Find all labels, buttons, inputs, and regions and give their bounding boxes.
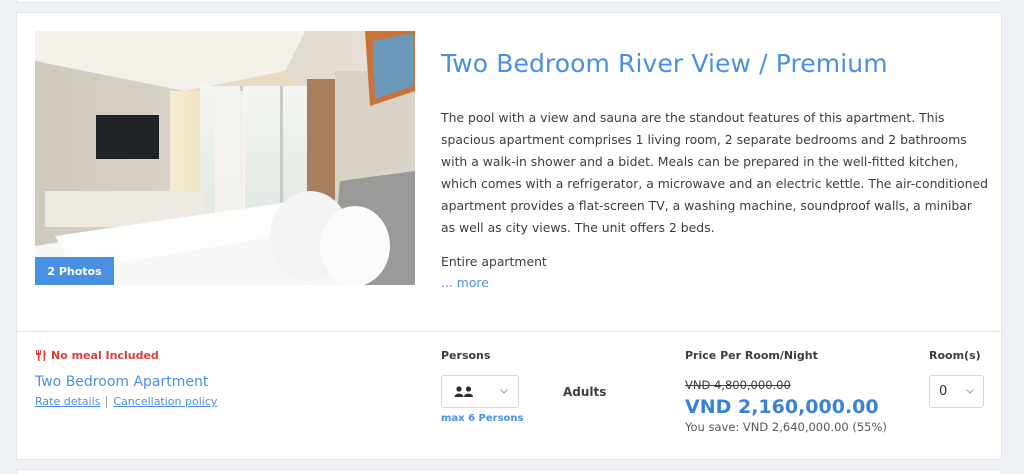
utensils-icon (36, 350, 46, 361)
max-persons-label: max 6 Persons (441, 413, 524, 424)
more-link[interactable]: ... more (441, 275, 489, 290)
current-price: VND 2,160,000.00 (685, 396, 879, 418)
room-description: The pool with a view and sauna are the s… (441, 110, 988, 235)
rooms-header: Room(s) (929, 349, 981, 362)
room-card: 2 Photos Two Bedroom River View / Premiu… (16, 12, 1002, 460)
meal-label: No meal Included (51, 349, 159, 362)
two-users-icon (454, 386, 473, 397)
chevron-down-icon (500, 389, 508, 394)
room-title[interactable]: Two Bedroom River View / Premium (441, 49, 888, 78)
previous-card-edge (16, 0, 1002, 3)
chevron-down-icon (966, 389, 974, 394)
next-card-edge (16, 469, 1002, 474)
apartment-name[interactable]: Two Bedroom Apartment (35, 374, 208, 390)
link-separator (106, 395, 108, 408)
savings-text: You save: VND 2,640,000.00 (55%) (685, 420, 887, 434)
room-photo[interactable]: 2 Photos (35, 31, 415, 285)
persons-header: Persons (441, 349, 491, 362)
rooms-selected-value: 0 (939, 384, 948, 399)
unit-type: Entire apartment (441, 254, 547, 269)
bedroom-photo-image (35, 31, 415, 285)
adults-label: Adults (563, 385, 607, 399)
cancellation-policy-link[interactable]: Cancellation policy (113, 395, 217, 408)
persons-select[interactable] (441, 375, 519, 408)
price-header: Price Per Room/Night (685, 349, 818, 362)
card-divider (17, 331, 1001, 332)
rate-links: Rate details Cancellation policy (35, 395, 217, 408)
rate-details-link[interactable]: Rate details (35, 395, 100, 408)
original-price: VND 4,800,000.00 (685, 378, 791, 392)
meal-info: No meal Included (35, 349, 159, 362)
photos-count-button[interactable]: 2 Photos (35, 257, 114, 285)
rooms-select[interactable]: 0 (929, 375, 984, 408)
